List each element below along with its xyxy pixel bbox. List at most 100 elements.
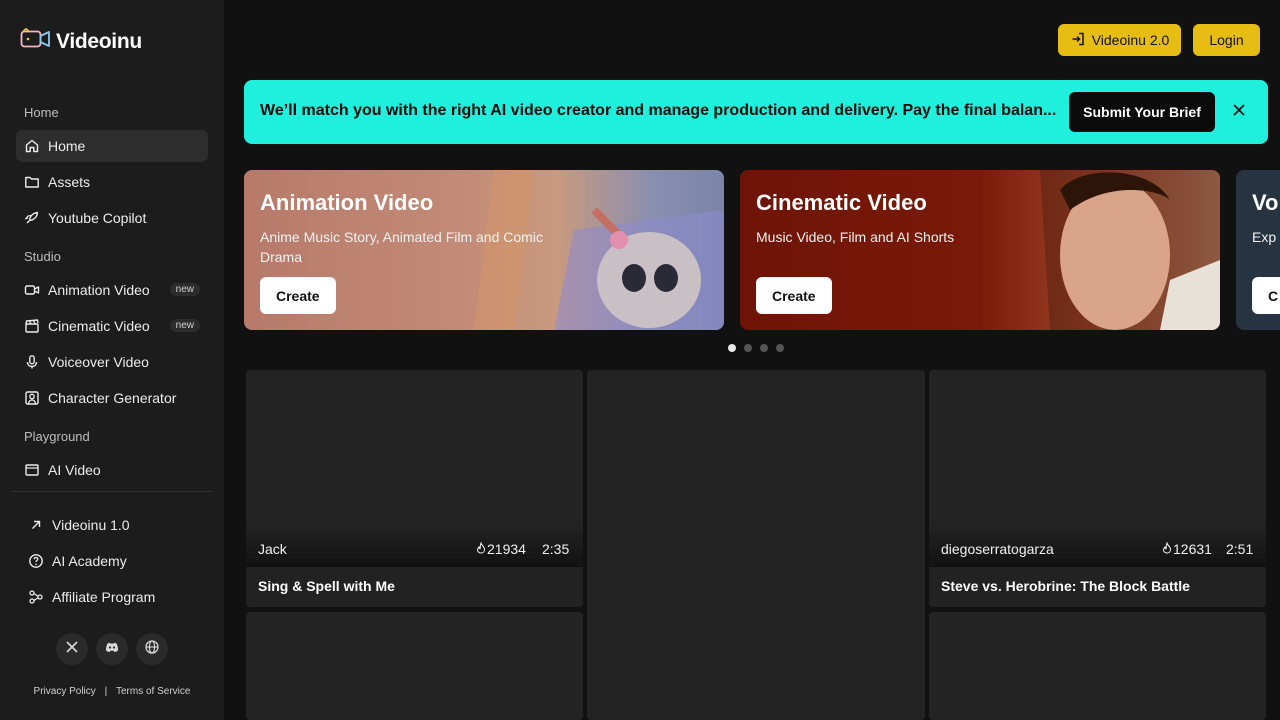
link-affiliate-program[interactable]: Affiliate Program xyxy=(0,579,224,615)
flame-icon xyxy=(476,541,486,557)
close-icon xyxy=(1233,103,1245,121)
flame-icon xyxy=(1162,541,1172,557)
sidebar-nav: Home Home Assets Youtube Copilot Studio xyxy=(0,98,224,486)
promo-banner: We’ll match you with the right AI video … xyxy=(244,80,1268,144)
rocket-icon xyxy=(24,210,40,226)
sidebar-item-label: Assets xyxy=(48,174,91,190)
new-badge: new xyxy=(169,283,200,296)
video-author[interactable]: diegoserratogarza xyxy=(941,541,1054,557)
sidebar-item-ai-video[interactable]: AI Video xyxy=(16,454,208,486)
sidebar-item-label: Animation Video xyxy=(48,282,150,298)
sidebar-item-character-generator[interactable]: Character Generator xyxy=(16,382,208,414)
likes-count: 21934 xyxy=(487,541,526,557)
thumbnail-gradient xyxy=(246,526,583,566)
hero-title: Vo xyxy=(1252,190,1279,215)
video-title[interactable]: Steve vs. Herobrine: The Block Battle xyxy=(941,578,1190,594)
card-separator xyxy=(929,566,1266,567)
carousel-dots xyxy=(728,344,784,352)
sidebar-divider xyxy=(12,491,212,492)
video-card[interactable]: diegoserratogarza 12631 2:51 Steve vs. H… xyxy=(929,370,1266,607)
create-voiceover-button[interactable]: C xyxy=(1252,277,1280,314)
sidebar: Videoinu Home Home Assets Youtube Copilo… xyxy=(0,0,224,720)
video-author[interactable]: Jack xyxy=(258,541,287,557)
create-cinematic-button[interactable]: Create xyxy=(756,277,832,314)
hero-title: Cinematic Video xyxy=(756,190,927,215)
legal-links: Privacy Policy | Terms of Service xyxy=(0,686,224,697)
likes-count: 12631 xyxy=(1173,541,1212,557)
video-duration: 2:35 xyxy=(542,541,570,557)
banner-text: We’ll match you with the right AI video … xyxy=(260,102,1057,119)
card-separator xyxy=(246,566,583,567)
submit-brief-button[interactable]: Submit Your Brief xyxy=(1069,92,1215,132)
video-title[interactable]: Sing & Spell with Me xyxy=(258,578,395,594)
sidebar-bottom-links: Videoinu 1.0 AI Academy Affiliate Progra… xyxy=(0,507,224,615)
cinematic-artwork xyxy=(1040,170,1220,330)
close-banner-button[interactable] xyxy=(1231,104,1247,120)
carousel-dot[interactable] xyxy=(744,344,752,352)
link-label: Affiliate Program xyxy=(52,589,156,605)
social-x[interactable] xyxy=(56,633,88,665)
sidebar-item-label: Cinematic Video xyxy=(48,318,150,334)
sidebar-item-youtube-copilot[interactable]: Youtube Copilot xyxy=(16,202,208,234)
social-links xyxy=(56,633,168,665)
hero-subtitle: Exp xyxy=(1252,229,1277,245)
social-discord[interactable] xyxy=(96,633,128,665)
link-videoinu-1[interactable]: Videoinu 1.0 xyxy=(0,507,224,543)
link-label: Videoinu 1.0 xyxy=(52,517,130,533)
hero-title: Animation Video xyxy=(260,190,434,215)
section-label-studio: Studio xyxy=(24,248,61,264)
sign-in-icon xyxy=(1070,31,1086,50)
sidebar-item-assets[interactable]: Assets xyxy=(16,166,208,198)
new-badge: new xyxy=(169,319,200,332)
app-root: Videoinu Home Home Assets Youtube Copilo… xyxy=(0,0,1280,720)
video-likes: 12631 xyxy=(1162,541,1212,557)
folder-icon xyxy=(24,174,40,190)
video-thumbnail[interactable] xyxy=(929,612,1266,720)
video-card[interactable] xyxy=(929,612,1266,720)
logo-text: Videoinu xyxy=(56,29,142,53)
hero-card-voiceover-video[interactable]: Vo Exp C xyxy=(1236,170,1280,330)
logo-icon xyxy=(20,28,52,55)
section-label-playground: Playground xyxy=(24,428,90,444)
network-icon xyxy=(28,589,44,605)
arrow-up-right-icon xyxy=(28,517,44,533)
video-thumbnail[interactable] xyxy=(246,612,583,720)
create-animation-button[interactable]: Create xyxy=(260,277,336,314)
clapperboard-icon xyxy=(24,318,40,334)
sidebar-item-label: Home xyxy=(48,138,86,154)
videoinu-2-label: Videoinu 2.0 xyxy=(1091,32,1170,48)
video-card[interactable] xyxy=(246,612,583,720)
hero-subtitle: Music Video, Film and AI Shorts xyxy=(756,229,955,245)
terms-of-service-link[interactable]: Terms of Service xyxy=(116,686,190,697)
sidebar-item-animation-video[interactable]: Animation Video new xyxy=(16,274,208,306)
user-square-icon xyxy=(24,390,40,406)
link-label: AI Academy xyxy=(52,553,127,569)
logo[interactable]: Videoinu xyxy=(20,28,142,55)
social-website[interactable] xyxy=(136,633,168,665)
sidebar-item-voiceover-video[interactable]: Voiceover Video xyxy=(16,346,208,378)
legal-separator: | xyxy=(104,686,108,697)
carousel-dot[interactable] xyxy=(760,344,768,352)
microphone-icon xyxy=(24,354,40,370)
video-camera-icon xyxy=(24,282,40,298)
hero-card-cinematic-video[interactable]: Cinematic Video Music Video, Film and AI… xyxy=(740,170,1220,330)
sidebar-item-label: Voiceover Video xyxy=(48,354,149,370)
sidebar-item-home[interactable]: Home xyxy=(16,130,208,162)
video-card[interactable] xyxy=(587,370,925,720)
video-card[interactable]: Jack 21934 2:35 Sing & Spell with Me xyxy=(246,370,583,607)
carousel-dot[interactable] xyxy=(728,344,736,352)
x-icon xyxy=(65,640,79,659)
hero-card-animation-video[interactable]: Animation Video Anime Music Story, Anima… xyxy=(244,170,724,330)
privacy-policy-link[interactable]: Privacy Policy xyxy=(34,686,96,697)
help-circle-icon xyxy=(28,553,44,569)
hero-subtitle: Anime Music Story, Animated Film and Com… xyxy=(260,229,543,265)
sidebar-item-cinematic-video[interactable]: Cinematic Video new xyxy=(16,310,208,342)
sidebar-item-label: Character Generator xyxy=(48,390,177,406)
carousel-dot[interactable] xyxy=(776,344,784,352)
sidebar-item-label: AI Video xyxy=(48,462,101,478)
link-ai-academy[interactable]: AI Academy xyxy=(0,543,224,579)
login-button[interactable]: Login xyxy=(1193,24,1260,56)
videoinu-2-button[interactable]: Videoinu 2.0 xyxy=(1058,24,1181,56)
video-thumbnail[interactable] xyxy=(587,370,925,720)
video-duration: 2:51 xyxy=(1226,541,1254,557)
